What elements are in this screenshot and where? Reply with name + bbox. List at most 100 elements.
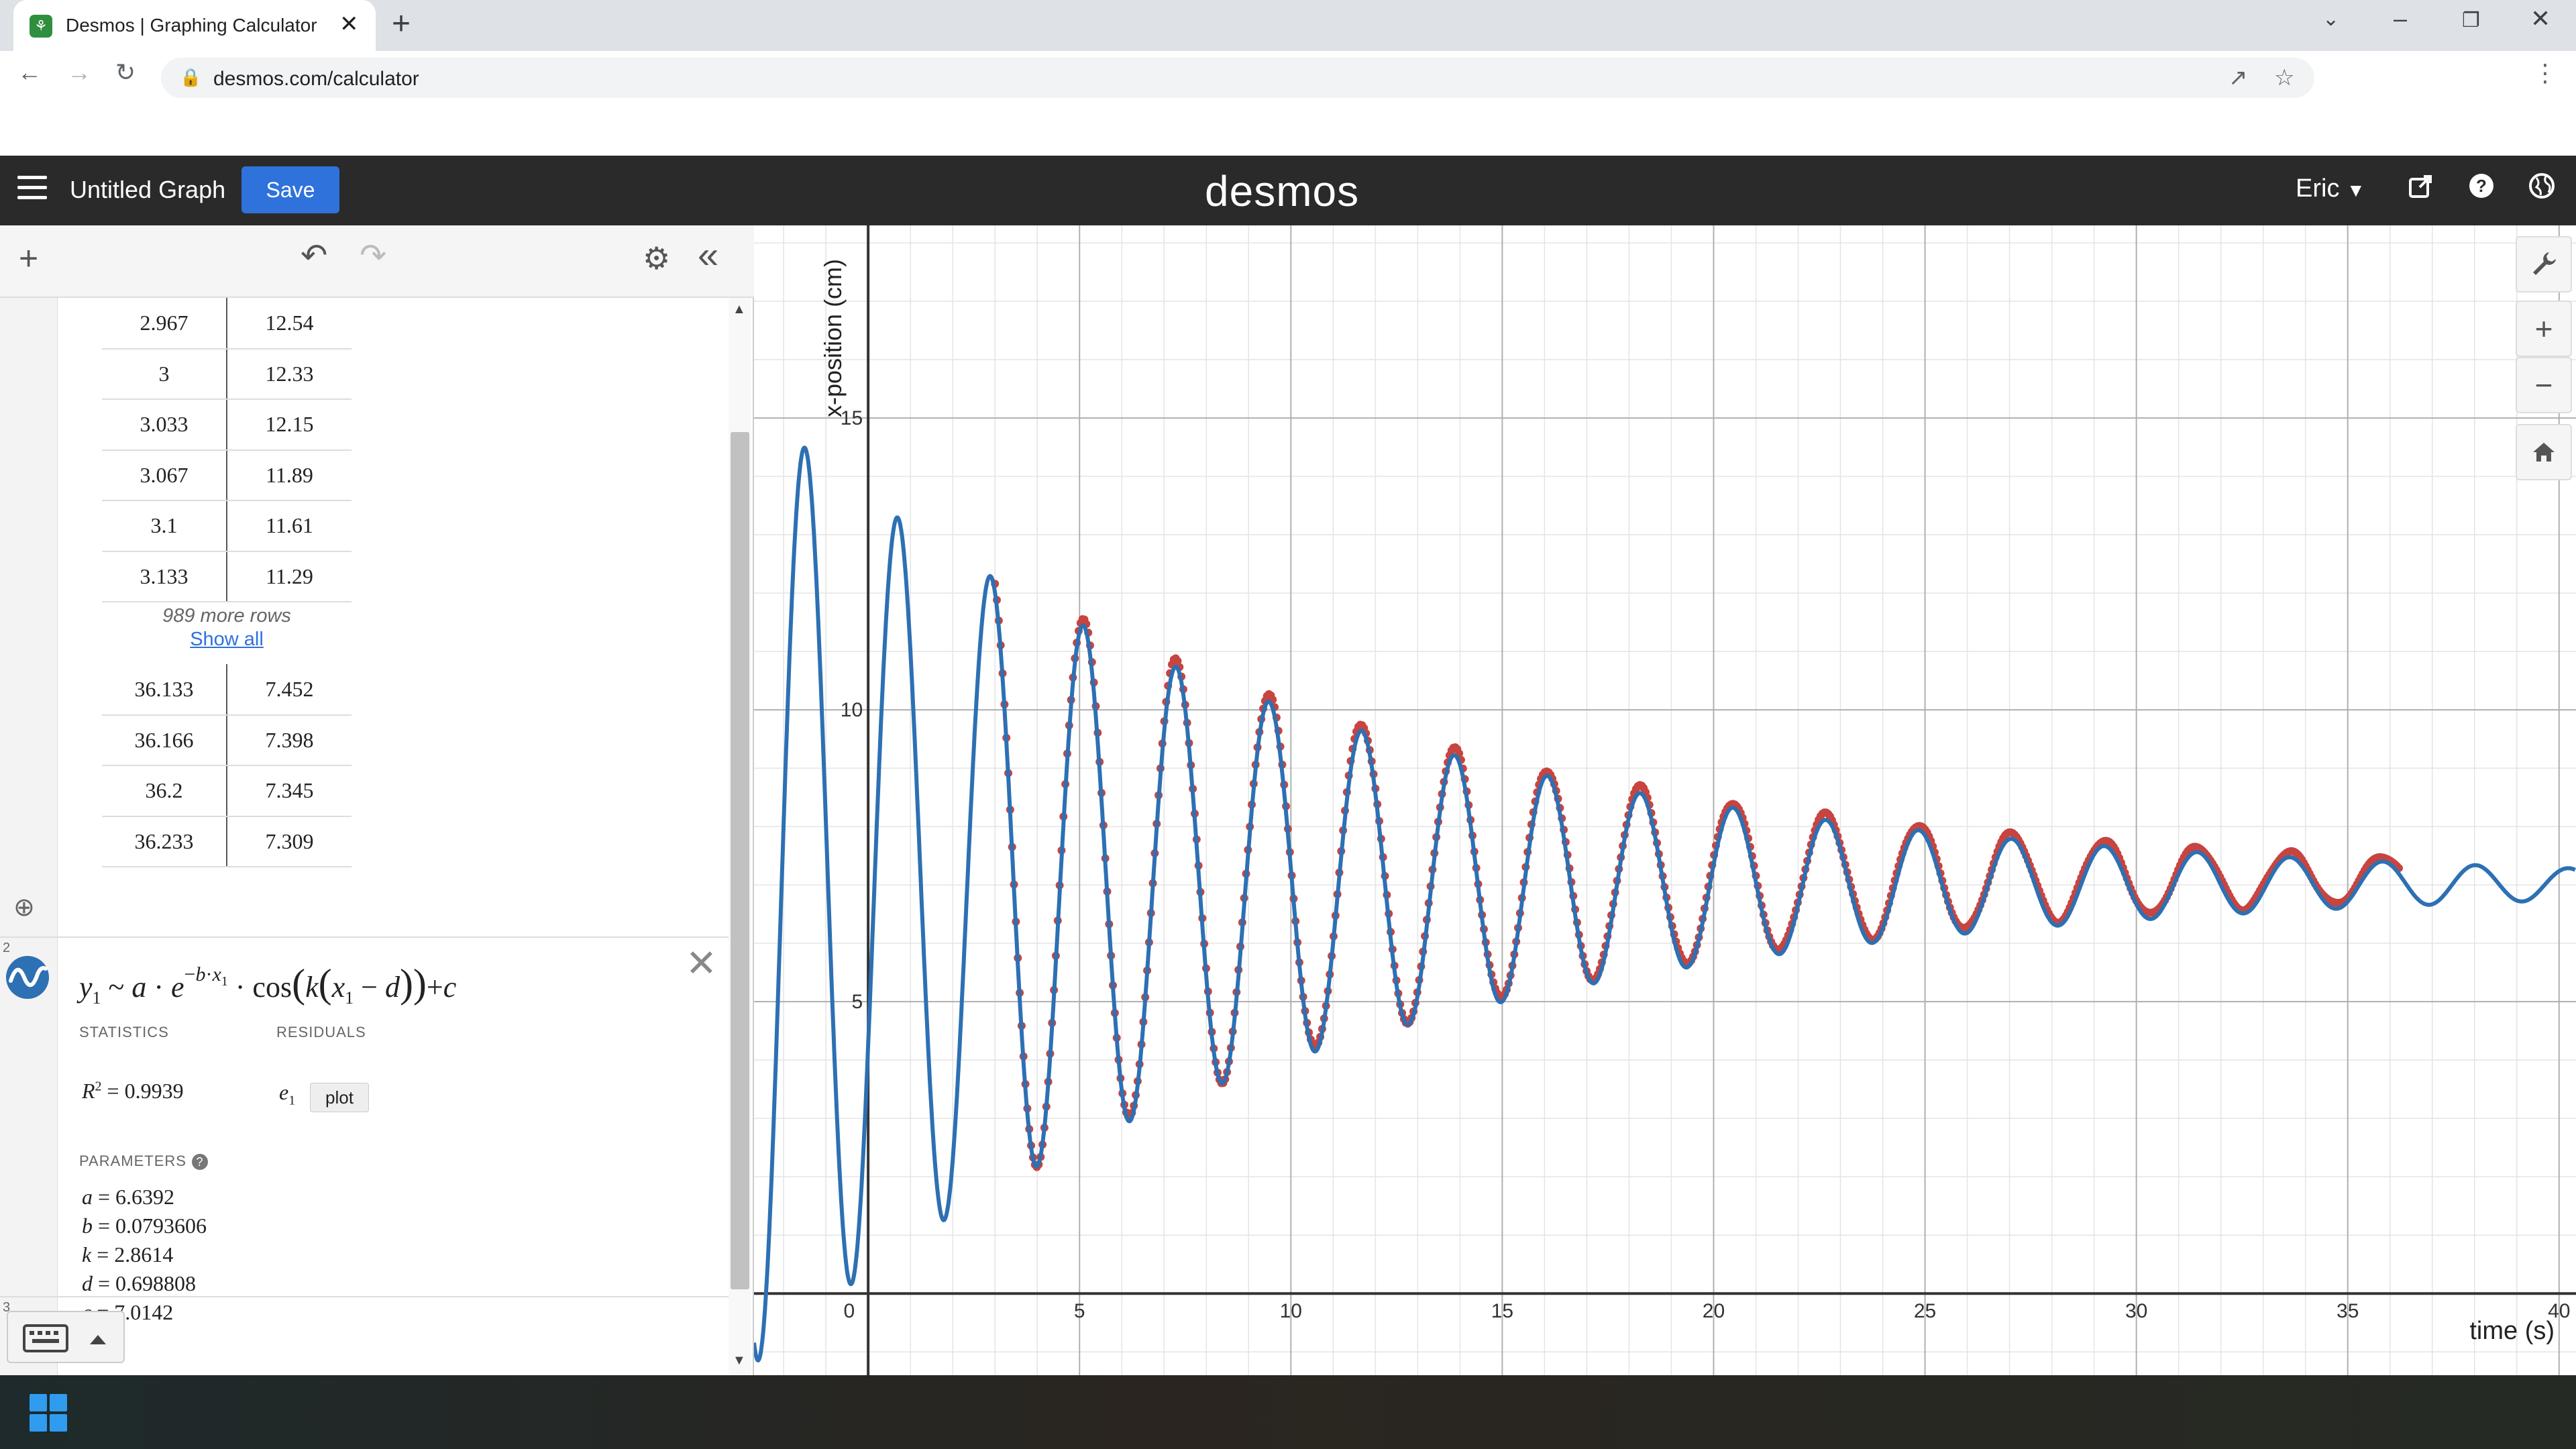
graph-title[interactable]: Untitled Graph <box>70 176 225 204</box>
help-icon[interactable]: ? <box>2466 170 2497 201</box>
table-cell-y1[interactable]: 11.29 <box>227 551 352 602</box>
table-cell-y1[interactable]: 7.309 <box>227 816 352 867</box>
x-tick-label: 35 <box>2337 1300 2359 1322</box>
graph-canvas[interactable]: 0 5 10 15 20 25 30 35 4051015 time (s) x-positio… <box>752 225 2576 1375</box>
minimize-icon[interactable]: – <box>2394 7 2407 31</box>
table-cell-x1[interactable]: 3.067 <box>102 449 227 501</box>
chevron-down-icon[interactable]: ⌄ <box>2322 9 2339 30</box>
x-tick-label: 5 <box>1074 1300 1085 1322</box>
table-row[interactable]: 36.233 7.309 <box>102 816 352 867</box>
x-tick-label: 15 <box>1491 1300 1513 1322</box>
table-row[interactable]: 36.133 7.452 <box>102 664 352 716</box>
table-row[interactable]: 3.033 12.15 <box>102 399 352 451</box>
graph-settings-wrench-icon[interactable] <box>2516 236 2572 292</box>
table-cell-y1[interactable]: 11.61 <box>227 500 352 552</box>
desmos-logo: desmos <box>1205 167 1360 215</box>
table-row[interactable]: 36.2 7.345 <box>102 765 352 817</box>
table-row[interactable]: 36.166 7.398 <box>102 714 352 766</box>
url-text[interactable]: desmos.com/calculator <box>213 68 419 91</box>
table-cell-y1[interactable]: 12.54 <box>227 298 352 350</box>
table-row[interactable]: 3.067 11.89 <box>102 449 352 501</box>
data-table-tail[interactable]: 36.133 7.452 36.166 7.398 36.2 7.345 36.233 7.3… <box>102 664 352 867</box>
undo-icon[interactable]: ↶ <box>301 240 327 272</box>
save-button[interactable]: Save <box>241 166 339 213</box>
hamburger-icon[interactable] <box>17 176 47 200</box>
restore-icon[interactable]: ❐ <box>2462 11 2480 31</box>
table-row[interactable]: 3.133 11.29 <box>102 551 352 602</box>
table-cell-x1[interactable]: 3 <box>102 348 227 400</box>
regression-icon[interactable] <box>4 954 51 1001</box>
table-cell-x1[interactable]: 36.233 <box>102 816 227 867</box>
forward-arrow-icon[interactable]: → <box>67 60 91 85</box>
help-icon[interactable]: ? <box>191 1154 208 1171</box>
expression-scrollbar[interactable]: ▲ ▼ <box>729 298 751 1375</box>
parameter-name: a <box>82 1185 93 1209</box>
table-cell-x1[interactable]: 36.133 <box>102 664 227 716</box>
address-bar[interactable]: 🔒 desmos.com/calculator ↗ ☆ <box>161 58 2314 98</box>
table-cell-y1[interactable]: 7.345 <box>227 765 352 817</box>
scroll-thumb[interactable] <box>731 432 749 1289</box>
new-tab-icon[interactable]: + <box>392 8 411 40</box>
delete-expression-icon[interactable]: ✕ <box>686 945 717 982</box>
r-squared-value: 0.9939 <box>124 1079 184 1103</box>
parameter-value: 0.698808 <box>115 1271 197 1295</box>
more-rows-text: 989 more rows <box>162 605 291 627</box>
share-icon[interactable]: ↗ <box>2229 64 2248 91</box>
reload-icon[interactable]: ↻ <box>115 60 136 85</box>
table-row[interactable]: 2.967 12.54 <box>102 298 352 350</box>
table-cell-y1[interactable]: 12.15 <box>227 399 352 451</box>
regression-formula[interactable]: y1 ~ a · e−b·x1 · cos(k(x1 − d))+c <box>79 961 456 1008</box>
lock-icon[interactable]: 🔒 <box>180 67 201 88</box>
table-row[interactable]: 3 12.33 <box>102 348 352 400</box>
svg-text:?: ? <box>2476 176 2487 196</box>
zoom-fit-icon[interactable]: ⊕ <box>13 892 35 922</box>
table-cell-x1[interactable]: 3.133 <box>102 551 227 602</box>
graph-paper[interactable]: 0 5 10 15 20 25 30 35 40 5 10 15 time (s) x-positio… <box>752 225 2576 1375</box>
tick-labels: 0 5 10 15 20 25 30 35 4051015 <box>841 407 2571 1322</box>
x-tick-label: 25 <box>1914 1300 1936 1322</box>
share-icon[interactable] <box>2406 170 2436 201</box>
plot-residuals-button[interactable]: plot <box>310 1083 369 1112</box>
y-axis-label: x-position (cm) <box>819 259 847 417</box>
add-item-icon[interactable]: + <box>19 241 38 275</box>
browser-tab[interactable]: ⚘ Desmos | Graphing Calculator ✕ <box>13 0 376 51</box>
table-cell-x1[interactable]: 2.967 <box>102 298 227 350</box>
close-tab-icon[interactable]: ✕ <box>339 11 359 38</box>
statistics-label: STATISTICS <box>79 1024 169 1040</box>
home-icon[interactable] <box>2516 424 2572 480</box>
menu-dots-icon[interactable]: ⋮ <box>2533 59 2557 87</box>
data-table[interactable]: 2.967 12.54 3 12.33 3.033 12.15 3.067 11.89 3.1 1… <box>102 298 352 602</box>
table-cell-y1[interactable]: 12.33 <box>227 348 352 400</box>
windows-start-icon[interactable] <box>30 1394 67 1432</box>
redo-icon[interactable]: ↷ <box>360 240 386 272</box>
more-rows-indicator: 989 more rows Show all <box>102 605 352 651</box>
regression-expression[interactable]: 2 ✕ y1 ~ a · e−b·x1 · cos(k(x1 − d))+c S… <box>0 936 729 1324</box>
zoom-in-icon[interactable]: + <box>2516 301 2572 357</box>
keyboard-toggle-button[interactable] <box>7 1311 125 1363</box>
user-menu[interactable]: Eric ▼ <box>2296 174 2365 203</box>
parameter-value: 6.6392 <box>115 1185 175 1209</box>
table-row[interactable]: 3.1 11.61 <box>102 500 352 552</box>
table-cell-y1[interactable]: 7.452 <box>227 664 352 716</box>
back-arrow-icon[interactable]: ← <box>17 60 42 85</box>
empty-expression[interactable]: 3 <box>0 1296 729 1375</box>
show-all-link[interactable]: Show all <box>102 629 352 651</box>
close-window-icon[interactable]: ✕ <box>2530 7 2551 31</box>
star-icon[interactable]: ☆ <box>2274 64 2294 91</box>
expression-list: 2.967 12.54 3 12.33 3.033 12.15 3.067 11.89 3.1 1… <box>0 298 754 1375</box>
zoom-out-icon[interactable]: − <box>2516 357 2572 413</box>
table-cell-y1[interactable]: 7.398 <box>227 714 352 766</box>
language-globe-icon[interactable] <box>2526 170 2557 201</box>
scroll-down-icon[interactable]: ▼ <box>733 1353 746 1368</box>
table-cell-y1[interactable]: 11.89 <box>227 449 352 501</box>
collapse-panel-icon[interactable]: « <box>698 236 718 274</box>
table-cell-x1[interactable]: 3.1 <box>102 500 227 552</box>
major-gridlines <box>754 225 2576 1375</box>
table-cell-x1[interactable]: 36.2 <box>102 765 227 817</box>
scroll-up-icon[interactable]: ▲ <box>733 302 746 317</box>
table-cell-x1[interactable]: 3.033 <box>102 399 227 451</box>
table-cell-x1[interactable]: 36.166 <box>102 714 227 766</box>
gear-icon[interactable]: ⚙ <box>643 243 670 274</box>
r-squared: R2 = 0.9939 <box>82 1079 184 1103</box>
parameter-value: 2.8614 <box>114 1242 174 1267</box>
